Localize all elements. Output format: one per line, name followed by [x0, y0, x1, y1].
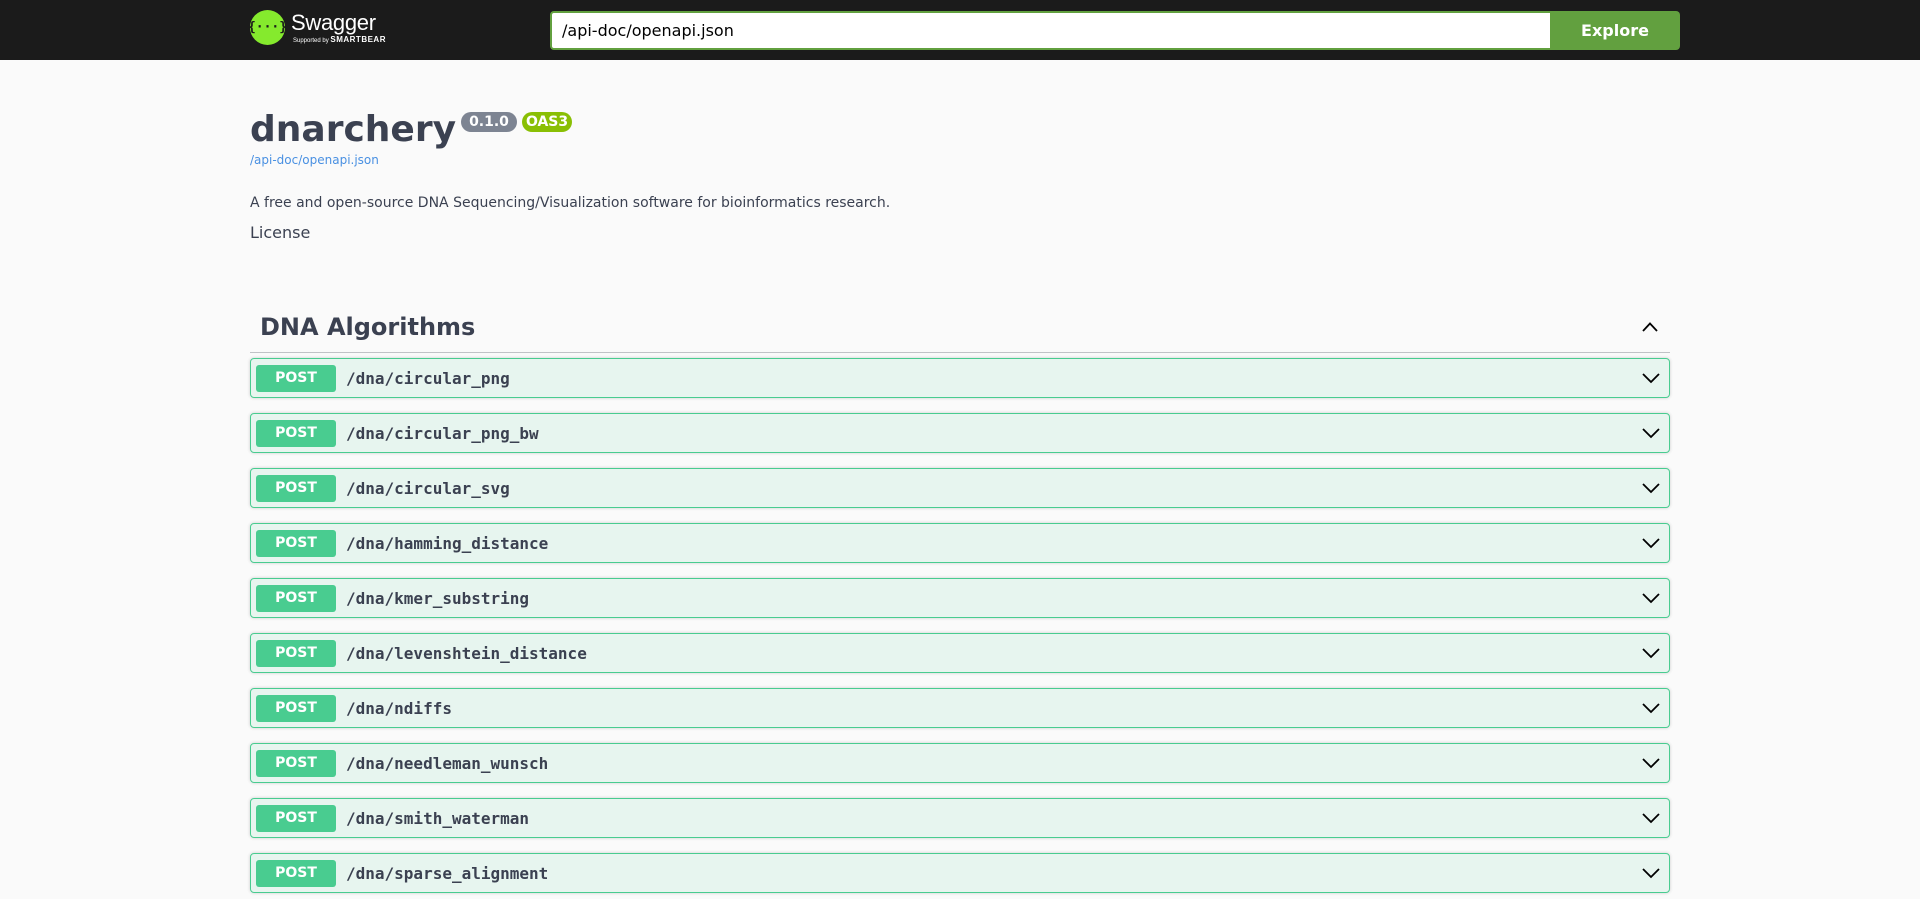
operation-path: /dna/circular_png_bw [346, 423, 539, 443]
operation-block[interactable]: POST/dna/ndiffs [250, 688, 1670, 729]
swagger-logo[interactable]: {···} Swagger Supported by SMARTBEAR [248, 9, 386, 45]
operation-block[interactable]: POST/dna/needleman_wunsch [250, 743, 1670, 784]
method-badge: POST [256, 529, 336, 557]
api-description: A free and open-source DNA Sequencing/Vi… [250, 195, 891, 212]
operation-block[interactable]: POST/dna/levenshtein_distance [250, 633, 1670, 674]
explore-button[interactable]: Explore [1550, 11, 1680, 50]
spec-link[interactable]: /api-doc/openapi.json [250, 153, 1670, 167]
chevron-down-icon[interactable] [1641, 535, 1661, 551]
method-badge: POST [256, 639, 336, 667]
chevron-down-icon[interactable] [1641, 865, 1661, 881]
chevron-down-icon[interactable] [1641, 370, 1661, 386]
operation-path: /dna/kmer_substring [346, 588, 530, 608]
operation-block[interactable]: POST/dna/hamming_distance [250, 523, 1670, 564]
method-badge: POST [256, 584, 336, 612]
operation-path: /dna/levenshtein_distance [346, 643, 587, 663]
topbar: {···} Swagger Supported by SMARTBEAR Exp… [0, 0, 1920, 60]
method-badge: POST [256, 859, 336, 887]
method-badge: POST [256, 694, 336, 722]
operation-block[interactable]: POST/dna/circular_svg [250, 468, 1670, 509]
operation-block[interactable]: POST/dna/circular_png_bw [250, 413, 1670, 454]
method-badge: POST [256, 364, 336, 392]
chevron-down-icon[interactable] [1641, 700, 1661, 716]
api-title: dnarchery [250, 109, 457, 150]
license-link[interactable]: License [250, 223, 310, 242]
operation-path: /dna/circular_svg [346, 478, 510, 498]
operation-block[interactable]: POST/dna/circular_png [250, 358, 1670, 399]
operation-path: /dna/hamming_distance [346, 533, 549, 553]
logo-subtitle: Supported by SMARTBEAR [293, 34, 386, 44]
version-badge: 0.1.0 [461, 112, 517, 132]
operation-path: /dna/sparse_alignment [346, 863, 549, 883]
operation-block[interactable]: POST/dna/smith_waterman [250, 798, 1670, 839]
tag-section: DNA Algorithms POST/dna/circular_png POST… [250, 302, 1670, 894]
chevron-down-icon[interactable] [1641, 590, 1661, 606]
chevron-down-icon[interactable] [1641, 645, 1661, 661]
tag-title: DNA Algorithms [260, 313, 476, 342]
chevron-down-icon[interactable] [1641, 810, 1661, 826]
swagger-logo-icon: {···} [248, 10, 287, 45]
main-wrapper: dnarchery 0.1.0 OAS3 /api-doc/openapi.js… [250, 60, 1670, 894]
chevron-down-icon[interactable] [1641, 480, 1661, 496]
spec-url-input[interactable] [550, 11, 1550, 50]
operation-block[interactable]: POST/dna/kmer_substring [250, 578, 1670, 619]
tag-header[interactable]: DNA Algorithms [250, 302, 1670, 354]
operation-path: /dna/smith_waterman [346, 808, 530, 828]
method-badge: POST [256, 474, 336, 502]
logo-name: Swagger [291, 9, 376, 35]
chevron-up-icon[interactable] [1640, 317, 1660, 337]
operation-path: /dna/ndiffs [346, 698, 452, 718]
title-row: dnarchery 0.1.0 OAS3 [250, 108, 1670, 151]
operation-path: /dna/circular_png [346, 368, 510, 388]
chevron-down-icon[interactable] [1641, 425, 1661, 441]
operations-list: POST/dna/circular_png POST/dna/circular_p… [250, 358, 1670, 894]
operation-path: /dna/needleman_wunsch [346, 753, 549, 773]
spec-url-form: Explore [550, 11, 1680, 50]
operation-block[interactable]: POST/dna/sparse_alignment [250, 853, 1670, 894]
method-badge: POST [256, 749, 336, 777]
method-badge: POST [256, 419, 336, 447]
api-info: dnarchery 0.1.0 OAS3 /api-doc/openapi.js… [250, 60, 1670, 242]
method-badge: POST [256, 804, 336, 832]
chevron-down-icon[interactable] [1641, 755, 1661, 771]
oas-badge: OAS3 [521, 112, 573, 132]
